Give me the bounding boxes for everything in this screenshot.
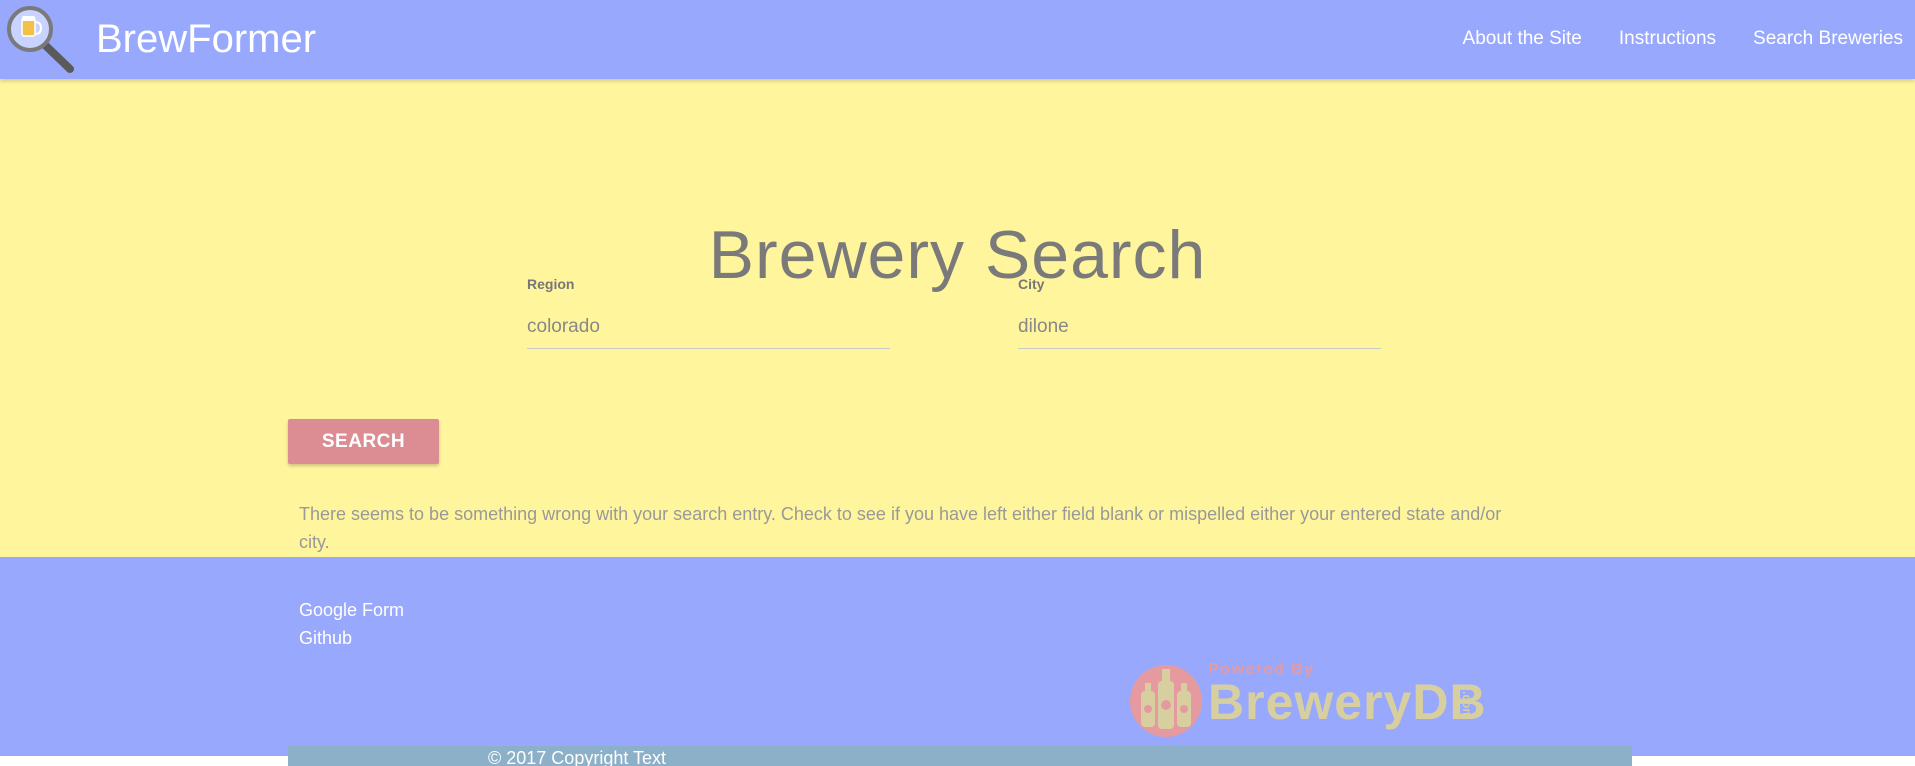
brewerydb-suffix: .com bbox=[1460, 691, 1474, 720]
search-button[interactable]: SEARCH bbox=[288, 419, 439, 464]
footer-link-github[interactable]: Github bbox=[299, 624, 404, 652]
magnifying-glass-beer-icon[interactable] bbox=[4, 4, 76, 74]
copyright-text: © 2017 Copyright Text bbox=[488, 748, 667, 766]
error-message: There seems to be something wrong with y… bbox=[299, 504, 1502, 552]
brewerydb-logo[interactable]: Powered By BreweryDB .com bbox=[1128, 661, 1493, 741]
brand-logo-text[interactable]: BrewFormer bbox=[96, 15, 316, 63]
region-input[interactable] bbox=[527, 305, 890, 349]
nav-links: About the Site Instructions Search Brewe… bbox=[1463, 27, 1903, 51]
brewerydb-name: BreweryDB bbox=[1208, 674, 1487, 730]
footer-links: Google Form Github bbox=[299, 596, 404, 652]
footer-link-google-form[interactable]: Google Form bbox=[299, 596, 404, 624]
city-label: City bbox=[1018, 276, 1045, 292]
page-title: Brewery Search bbox=[708, 216, 1207, 293]
top-navbar: BrewFormer About the Site Instructions S… bbox=[0, 0, 1915, 79]
nav-instructions[interactable]: Instructions bbox=[1619, 27, 1716, 51]
nav-search-breweries[interactable]: Search Breweries bbox=[1753, 27, 1903, 51]
search-section: Brewery Search Region City SEARCH There … bbox=[0, 79, 1915, 557]
nav-about[interactable]: About the Site bbox=[1463, 27, 1582, 51]
city-input[interactable] bbox=[1018, 305, 1381, 349]
region-label: Region bbox=[527, 276, 575, 292]
copyright-bar: © 2017 Copyright Text bbox=[288, 746, 1632, 766]
footer: Google Form Github Powered By BreweryDB … bbox=[0, 557, 1915, 766]
beer-bottles-icon bbox=[1128, 661, 1206, 746]
